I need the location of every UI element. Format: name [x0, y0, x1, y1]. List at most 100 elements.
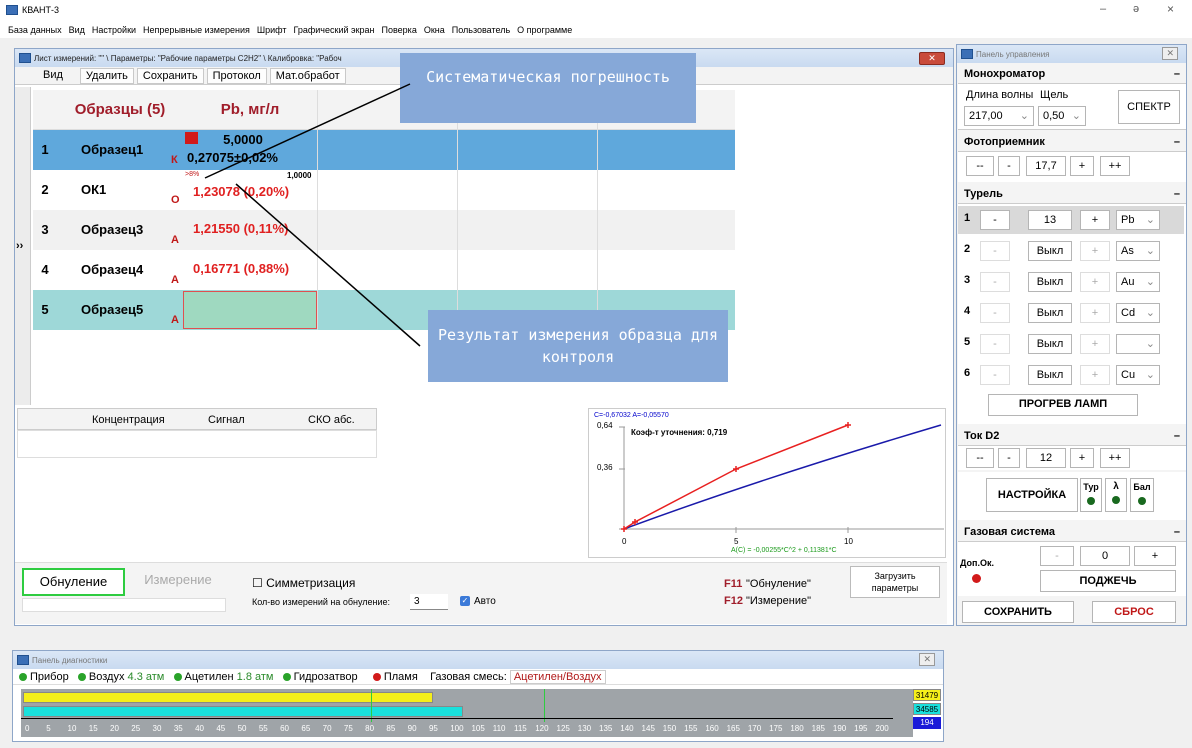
extra-oxidizer-indicator[interactable]: [972, 574, 981, 583]
save-settings-button[interactable]: СОХРАНИТЬ: [962, 601, 1074, 623]
photo-minus-button[interactable]: -: [998, 156, 1020, 176]
wavelength-select[interactable]: 217,00 ⌄: [964, 106, 1034, 126]
pb-value-cell[interactable]: 1,21550 (0,11%): [183, 210, 317, 250]
minimize-icon[interactable]: –: [1100, 3, 1106, 15]
gas-value[interactable]: 0: [1080, 546, 1130, 566]
turret-value[interactable]: Выкл: [1028, 241, 1072, 261]
menu-item[interactable]: Непрерывные измерения: [143, 25, 250, 35]
menu-item[interactable]: Пользователь: [452, 25, 510, 35]
expand-icon[interactable]: ››: [16, 240, 23, 252]
sample-name[interactable]: Образец3: [57, 210, 181, 250]
sheet-close-button[interactable]: ✕: [919, 52, 945, 65]
pb-value-cell[interactable]: [183, 291, 317, 329]
zero-button[interactable]: Обнуление: [22, 568, 125, 596]
menu-item[interactable]: Графический экран: [294, 25, 375, 35]
photo-minus2-button[interactable]: --: [966, 156, 994, 176]
menu-item[interactable]: База данных: [8, 25, 62, 35]
turret-minus-button[interactable]: -: [980, 241, 1010, 261]
photo-value[interactable]: 17,7: [1026, 156, 1066, 176]
turret-minus-button[interactable]: -: [980, 303, 1010, 323]
close-icon[interactable]: ×: [1167, 2, 1174, 16]
d2-minus2-button[interactable]: --: [966, 448, 994, 468]
sample-row[interactable]: 1 Образец1 К 5,0000 0,27075±0,02%: [33, 130, 735, 170]
turret-value[interactable]: Выкл: [1028, 272, 1072, 292]
turret-plus-button[interactable]: +: [1080, 210, 1110, 230]
deviation-note: >8%: [185, 171, 200, 178]
turret-element-select[interactable]: Au ⌄: [1116, 272, 1160, 292]
d2-plus-button[interactable]: +: [1070, 448, 1094, 468]
view-button[interactable]: Вид: [29, 68, 77, 84]
sample-name[interactable]: Образец4: [57, 250, 181, 290]
turret-status-button[interactable]: Тур: [1080, 478, 1102, 512]
math-button[interactable]: Мат.обработ: [269, 67, 346, 84]
menu-item[interactable]: Настройки: [92, 25, 136, 35]
pb-value-cell[interactable]: 0,16771 (0,88%): [183, 250, 317, 290]
lambda-status-button[interactable]: λ: [1105, 478, 1127, 512]
warmup-button[interactable]: ПРОГРЕВ ЛАМП: [988, 394, 1138, 416]
scale-tick-label: 80: [365, 724, 375, 733]
turret-minus-button[interactable]: -: [980, 210, 1010, 230]
measure-button[interactable]: Измерение: [130, 568, 226, 596]
turret-plus-button[interactable]: +: [1080, 334, 1110, 354]
turret-element-select[interactable]: ⌄: [1116, 334, 1160, 354]
menu-item[interactable]: О программе: [517, 25, 572, 35]
turret-minus-button[interactable]: -: [980, 334, 1010, 354]
d2-value[interactable]: 12: [1026, 448, 1066, 468]
sample-name[interactable]: ОК1: [57, 170, 181, 210]
turret-plus-button[interactable]: +: [1080, 272, 1110, 292]
restore-icon[interactable]: ə: [1133, 3, 1139, 15]
sample-row[interactable]: 3 Образец3 А 1,21550 (0,11%): [33, 210, 735, 250]
save-button[interactable]: Сохранить: [136, 67, 204, 84]
turret-plus-button[interactable]: +: [1080, 303, 1110, 323]
pb-value-cell[interactable]: >8% 1,0000 1,23078 (0,20%): [183, 170, 317, 210]
delete-button[interactable]: Удалить: [79, 67, 134, 84]
sample-row[interactable]: 2 ОК1 О >8% 1,0000 1,23078 (0,20%): [33, 170, 735, 210]
gas-header: Газовая система –: [958, 522, 1186, 542]
spectrum-button[interactable]: СПЕКТР: [1118, 90, 1180, 124]
photo-plus2-button[interactable]: ++: [1100, 156, 1130, 176]
pb-value-cell[interactable]: 5,0000 0,27075±0,02%: [183, 130, 317, 170]
turret-value[interactable]: Выкл: [1028, 365, 1072, 385]
menu-item[interactable]: Шрифт: [257, 25, 287, 35]
concentration-header[interactable]: Концентрация: [92, 414, 165, 426]
turret-element-select[interactable]: Pb ⌄: [1116, 210, 1160, 230]
d2-minus-button[interactable]: -: [998, 448, 1020, 468]
symmetrize-checkbox[interactable]: ☐ Симметризация: [252, 576, 355, 590]
turret-minus-button[interactable]: -: [980, 365, 1010, 385]
turret-element-select[interactable]: As ⌄: [1116, 241, 1160, 261]
turret-plus-button[interactable]: +: [1080, 365, 1110, 385]
panel-close-button[interactable]: ✕: [1162, 47, 1178, 60]
menu-item[interactable]: Вид: [69, 25, 85, 35]
sko-header[interactable]: СКО абс.: [308, 414, 355, 426]
diagnostics-close-button[interactable]: ✕: [919, 653, 935, 666]
auto-checkbox[interactable]: ✓: [460, 596, 470, 606]
d2-plus2-button[interactable]: ++: [1100, 448, 1130, 468]
turret-element-select[interactable]: Cd ⌄: [1116, 303, 1160, 323]
element-header[interactable]: Pb, мг/л: [183, 90, 317, 130]
gas-plus-button[interactable]: +: [1134, 546, 1176, 566]
menu-item[interactable]: Окна: [424, 25, 445, 35]
photo-plus-button[interactable]: +: [1070, 156, 1094, 176]
protocol-button[interactable]: Протокол: [206, 67, 267, 84]
turret-value[interactable]: Выкл: [1028, 334, 1072, 354]
turret-plus-button[interactable]: +: [1080, 241, 1110, 261]
turret-element-select[interactable]: Cu ⌄: [1116, 365, 1160, 385]
gas-minus-button[interactable]: -: [1040, 546, 1074, 566]
reset-button[interactable]: СБРОС: [1092, 601, 1176, 623]
menu-item[interactable]: Поверка: [382, 25, 417, 35]
calibration-graph: C=-0,67032 A=-0,05570 Коэф-т уточнения: …: [588, 408, 946, 558]
ignite-button[interactable]: ПОДЖЕЧЬ: [1040, 570, 1176, 592]
sample-name[interactable]: Образец5: [57, 290, 181, 330]
samples-header[interactable]: Образцы (5): [57, 90, 183, 130]
turret-value[interactable]: 13: [1028, 210, 1072, 230]
turret-value[interactable]: Выкл: [1028, 303, 1072, 323]
balance-status-button[interactable]: Бал: [1130, 478, 1154, 512]
slit-select[interactable]: 0,50 ⌄: [1038, 106, 1086, 126]
turret-minus-button[interactable]: -: [980, 272, 1010, 292]
count-input[interactable]: 3: [410, 594, 448, 610]
signal-header[interactable]: Сигнал: [208, 414, 245, 426]
sample-name[interactable]: Образец1: [57, 130, 181, 170]
load-params-button[interactable]: Загрузить параметры: [850, 566, 940, 598]
sample-row[interactable]: 4 Образец4 А 0,16771 (0,88%): [33, 250, 735, 290]
setup-button[interactable]: НАСТРОЙКА: [986, 478, 1078, 512]
